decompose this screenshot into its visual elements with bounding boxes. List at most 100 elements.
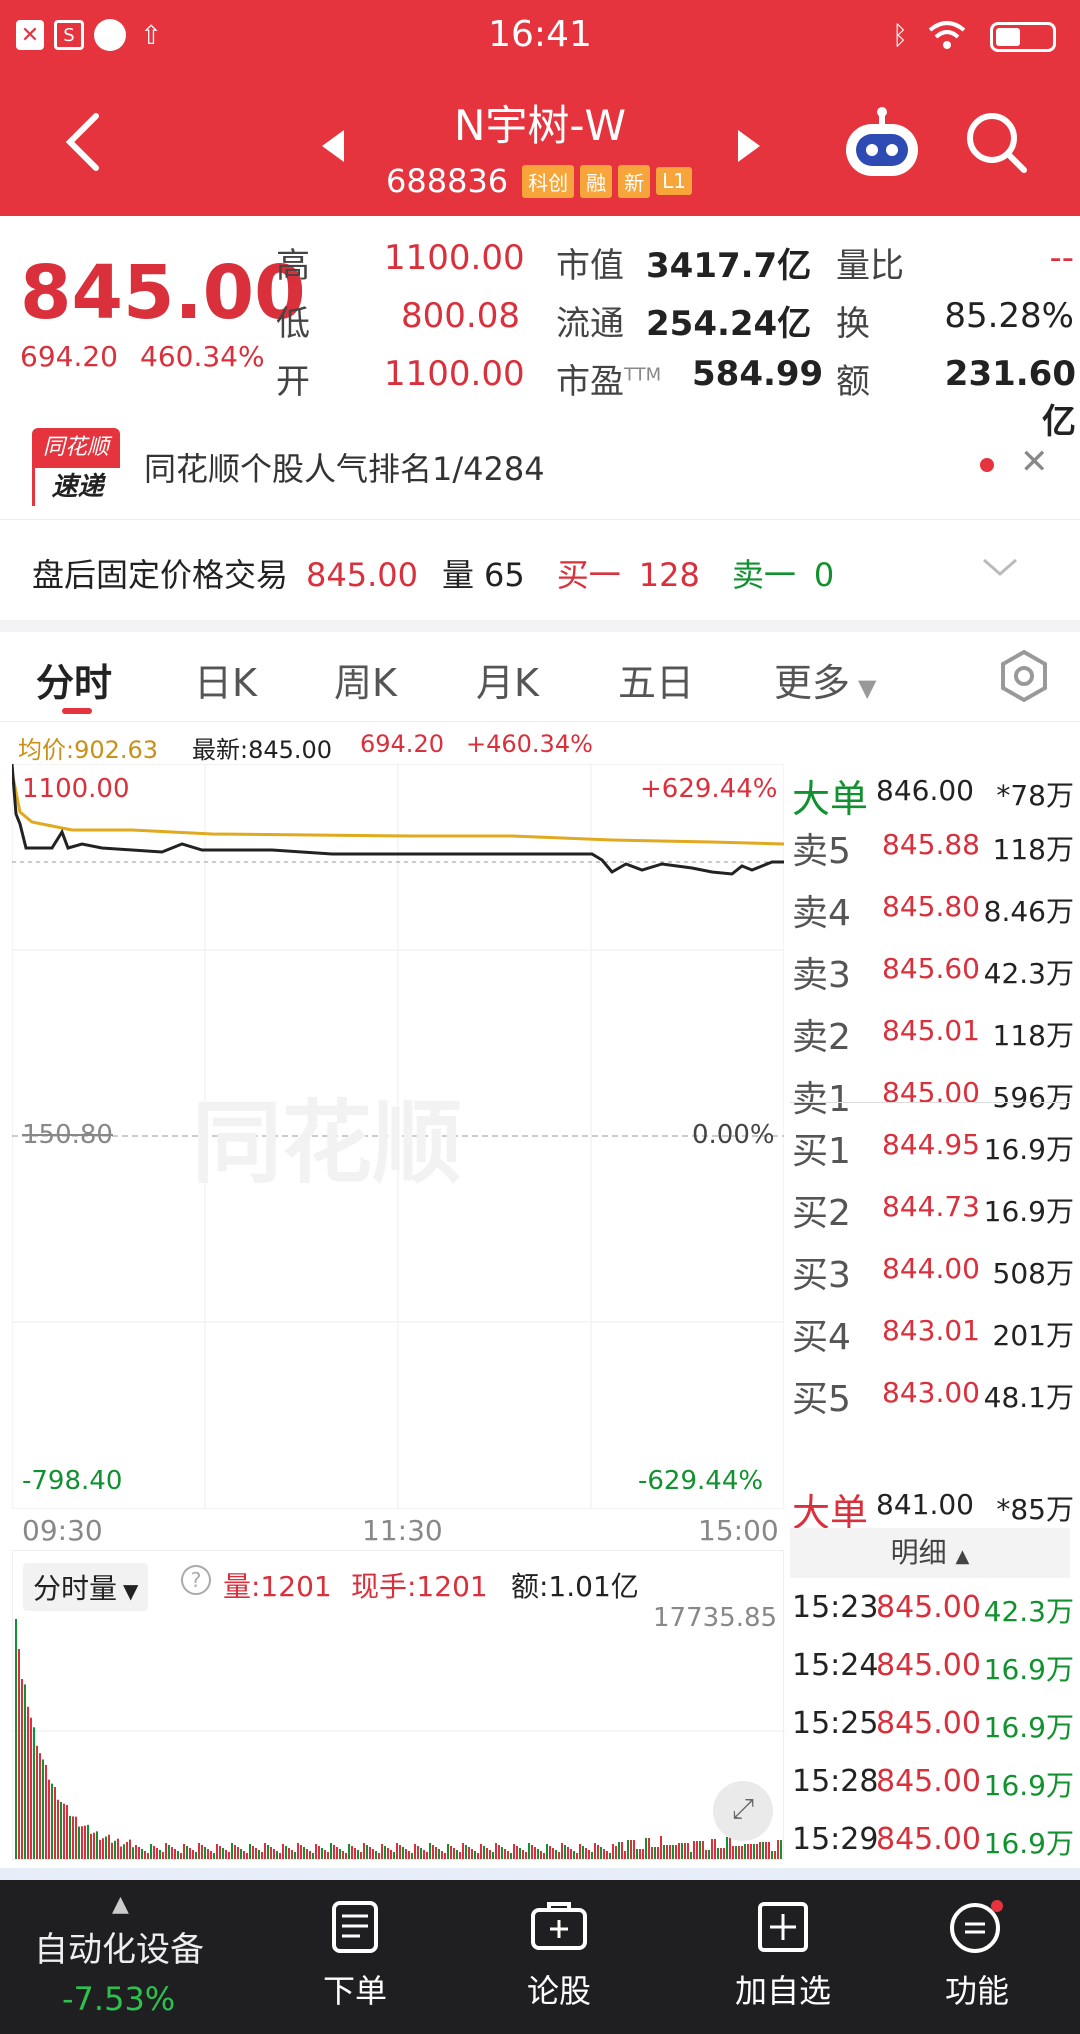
- settings-hexagon-icon[interactable]: [996, 648, 1052, 704]
- pe-sup: TTM: [624, 364, 662, 386]
- volume-bar: [111, 1842, 113, 1859]
- volume-bar: [321, 1848, 323, 1859]
- amount-label: 额: [836, 362, 870, 402]
- ask-bid-divider: [790, 1102, 1070, 1103]
- volume-bar: [279, 1853, 281, 1859]
- trade-price: 845.00: [876, 1822, 981, 1857]
- detail-header[interactable]: 明细 ▲: [790, 1528, 1070, 1578]
- orderbook-level-vol: 16.9万: [983, 1133, 1074, 1166]
- trade-time: 15:25: [792, 1706, 879, 1741]
- volume-ratio-value: --: [1049, 238, 1074, 278]
- volume-bar: [270, 1847, 272, 1859]
- volume-bar: [504, 1849, 506, 1859]
- expand-chevron-icon[interactable]: [982, 556, 1018, 580]
- volume-bar: [423, 1850, 425, 1859]
- volume-bar: [624, 1851, 626, 1859]
- trade-price: 845.00: [876, 1590, 981, 1625]
- pe-label: 市盈TTM: [556, 354, 661, 403]
- price-chart[interactable]: 同花顺: [12, 764, 784, 1509]
- orderbook-level-label: 买3: [792, 1255, 851, 1296]
- volume-bar: [144, 1851, 146, 1859]
- orderbook-level-label: 买4: [792, 1317, 851, 1358]
- volume-bar: [780, 1840, 782, 1859]
- unread-dot: [980, 458, 994, 472]
- volume-bar: [402, 1847, 404, 1859]
- nav-order[interactable]: 下单: [300, 1900, 410, 2012]
- volume-bar: [165, 1843, 167, 1859]
- volume-bar: [123, 1844, 125, 1859]
- volume-bar: [699, 1841, 701, 1859]
- volume-bar: [333, 1845, 335, 1859]
- volume-bar: [468, 1847, 470, 1859]
- nav-functions[interactable]: 功能: [922, 1900, 1032, 2012]
- popularity-rank-bar[interactable]: 同花顺 速递 同花顺个股人气排名1/4284 ✕: [0, 420, 1080, 520]
- volume-bar: [573, 1851, 575, 1859]
- chart-mid-right: 0.00%: [692, 1120, 775, 1150]
- trade-time: 15:23: [792, 1590, 879, 1625]
- close-icon[interactable]: ✕: [1020, 442, 1049, 482]
- volume-bar: [450, 1846, 452, 1859]
- chart-top-right: +629.44%: [640, 774, 778, 804]
- time-mid: 11:30: [362, 1514, 443, 1547]
- volume-bar: [396, 1843, 398, 1859]
- volume-bar: [288, 1848, 290, 1859]
- robot-assistant-icon[interactable]: [842, 104, 922, 184]
- volume-bar: [519, 1848, 521, 1859]
- nav-add-watchlist[interactable]: 加自选: [708, 1900, 858, 2012]
- avg-price: 均价:902.63: [18, 736, 159, 764]
- volume-bar: [663, 1845, 665, 1859]
- collapse-up-icon[interactable]: ▲: [112, 1892, 129, 1917]
- volume-bar: [444, 1853, 446, 1859]
- volume-bar: [576, 1853, 578, 1859]
- volume-bar: [615, 1846, 617, 1859]
- volume-bar: [294, 1852, 296, 1859]
- volume-bar: [591, 1852, 593, 1859]
- volume-bar: [93, 1832, 95, 1859]
- volume-bar: [453, 1848, 455, 1859]
- low-label: 低: [276, 304, 310, 344]
- volume-bar: [759, 1842, 761, 1859]
- orderbook-level-label: 卖3: [792, 955, 851, 996]
- volume-bar: [360, 1852, 362, 1859]
- volume-bar: [384, 1846, 386, 1859]
- volume-bar: [57, 1799, 59, 1859]
- after-hours-bar[interactable]: 盘后固定价格交易 845.00 量 65 买一 128 卖一 0: [0, 520, 1080, 620]
- volume-bar: [339, 1849, 341, 1859]
- volume-bar: [81, 1826, 83, 1859]
- volume-bar: [108, 1834, 110, 1859]
- stock-code-line: 688836 科创 融 新 L1: [386, 162, 693, 200]
- volume-bar: [99, 1839, 101, 1859]
- volume-bar: [225, 1850, 227, 1859]
- volume-bar: [84, 1825, 86, 1859]
- volume-bar: [717, 1848, 719, 1859]
- volume-bar: [711, 1839, 713, 1859]
- next-stock-icon[interactable]: [734, 126, 764, 166]
- volume-bar: [378, 1853, 380, 1859]
- tab-weekly-k[interactable]: 周K: [334, 652, 397, 707]
- open-label: 开: [276, 362, 310, 402]
- volume-bar: [756, 1844, 758, 1859]
- tab-monthly-k[interactable]: 月K: [476, 652, 539, 707]
- volume-bar: [732, 1846, 734, 1859]
- volume-bar: [252, 1846, 254, 1859]
- fullscreen-icon[interactable]: ⤢: [713, 1781, 773, 1841]
- sector-name[interactable]: 自动化设备: [34, 1922, 204, 1971]
- orderbook-level-price: 843.01: [882, 1314, 980, 1347]
- volume-bar: [201, 1845, 203, 1859]
- chart-bottom-left: -798.40: [22, 1466, 123, 1496]
- volume-bar: [24, 1684, 26, 1859]
- volume-bar: [228, 1852, 230, 1859]
- volume-bar: [282, 1844, 284, 1859]
- volume-bar: [522, 1850, 524, 1859]
- volume-chart[interactable]: 分时量 ▼ ? 量:1201 现手:1201 额:1.01亿 17735.85 ⤢: [12, 1550, 785, 1860]
- nav-discuss[interactable]: 论股: [504, 1900, 614, 2012]
- tab-daily-k[interactable]: 日K: [194, 652, 257, 707]
- orderbook-level-label: 卖4: [792, 893, 851, 934]
- tab-intraday[interactable]: 分时: [36, 652, 112, 707]
- volume-bar: [606, 1851, 608, 1859]
- tab-five-day[interactable]: 五日: [618, 652, 694, 707]
- tab-more[interactable]: 更多 ▼: [774, 652, 876, 707]
- search-icon[interactable]: [964, 110, 1030, 176]
- volume-bar: [417, 1846, 419, 1859]
- volume-bar: [483, 1846, 485, 1859]
